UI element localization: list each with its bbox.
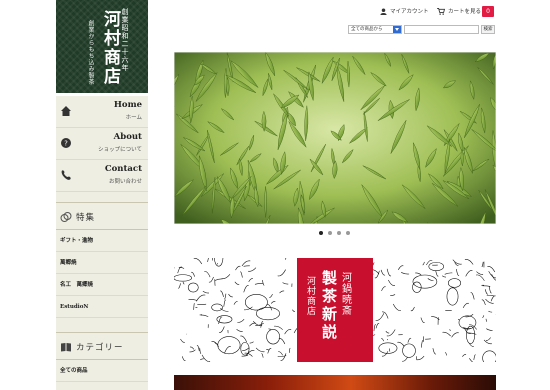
nav-label-jp: ホーム xyxy=(125,115,142,121)
features-icon xyxy=(60,212,72,222)
nav-label-jp: お問い合わせ xyxy=(108,179,142,185)
nav-label-en: About xyxy=(113,132,142,142)
home-icon xyxy=(61,106,71,116)
view-cart-link[interactable]: カートを見る xyxy=(437,7,481,15)
slide-dot[interactable] xyxy=(319,231,323,235)
categories-heading-text: カテゴリー xyxy=(76,343,124,353)
nav-item-about[interactable]: ? About ショップについて xyxy=(56,128,148,160)
tea-making-banner[interactable]: 河鍋暁斎 製茶新説 河村商店 xyxy=(174,258,496,362)
phone-icon xyxy=(61,170,71,180)
slide-dot[interactable] xyxy=(328,231,332,235)
my-account-label: マイアカウント xyxy=(390,9,429,15)
banner-label-right: 河鍋暁斎 xyxy=(340,272,352,316)
slide-indicators xyxy=(319,231,350,235)
slide-dot[interactable] xyxy=(346,231,350,235)
feature-link[interactable]: 萬郷焼 xyxy=(56,252,148,274)
nav-item-contact[interactable]: Contact お問い合わせ xyxy=(56,160,148,192)
woodblock-illustration: 河鍋暁斎 製茶新説 河村商店 xyxy=(174,258,496,362)
feature-link[interactable]: ギフト・進物 xyxy=(56,230,148,252)
banner-title: 製茶新説 xyxy=(320,269,338,342)
chevron-down-icon xyxy=(393,26,401,33)
nav-item-home[interactable]: Home ホーム xyxy=(56,96,148,128)
shop-logo[interactable]: 創業昭和二十六年 河村商店 創業からもち込み製茶 xyxy=(56,0,148,96)
logo-name: 河村商店 xyxy=(100,10,120,86)
autumn-leaves-banner[interactable] xyxy=(174,375,496,390)
nav-label-jp: ショップについて xyxy=(98,147,142,153)
cart-icon xyxy=(437,7,445,15)
category-select[interactable]: 全ての商品から xyxy=(348,25,402,34)
sidebar: 創業昭和二十六年 河村商店 創業からもち込み製茶 Home ホーム ? Abou… xyxy=(56,0,148,390)
search-bar: 全ての商品から 検索 xyxy=(348,25,495,34)
feature-link[interactable]: 名工 萬郷焼 xyxy=(56,274,148,296)
category-select-value: 全ての商品から xyxy=(351,27,383,32)
question-icon: ? xyxy=(61,138,71,148)
svg-text:?: ? xyxy=(64,140,68,148)
nav-label-en: Contact xyxy=(104,164,142,174)
features-heading: 特集 xyxy=(56,202,148,230)
user-icon xyxy=(380,7,387,15)
my-account-link[interactable]: マイアカウント xyxy=(380,7,429,15)
slide-dot[interactable] xyxy=(337,231,341,235)
hero-slide-image[interactable] xyxy=(174,52,496,224)
tea-leaves-image xyxy=(174,52,496,224)
cart-count-badge: 0 xyxy=(482,6,494,17)
feature-link[interactable]: EstudioN xyxy=(56,296,148,318)
view-cart-label: カートを見る xyxy=(448,9,482,15)
categories-heading: カテゴリー xyxy=(56,332,148,360)
banner-label-left: 河村商店 xyxy=(305,275,316,316)
category-link[interactable]: 全ての商品 xyxy=(56,360,148,382)
search-button[interactable]: 検索 xyxy=(481,25,495,34)
search-input[interactable] xyxy=(404,25,479,34)
features-heading-text: 特集 xyxy=(76,213,96,223)
logo-tagline: 創業からもち込み製茶 xyxy=(87,20,94,85)
nav-label-en: Home xyxy=(113,100,142,110)
book-icon xyxy=(61,343,71,352)
